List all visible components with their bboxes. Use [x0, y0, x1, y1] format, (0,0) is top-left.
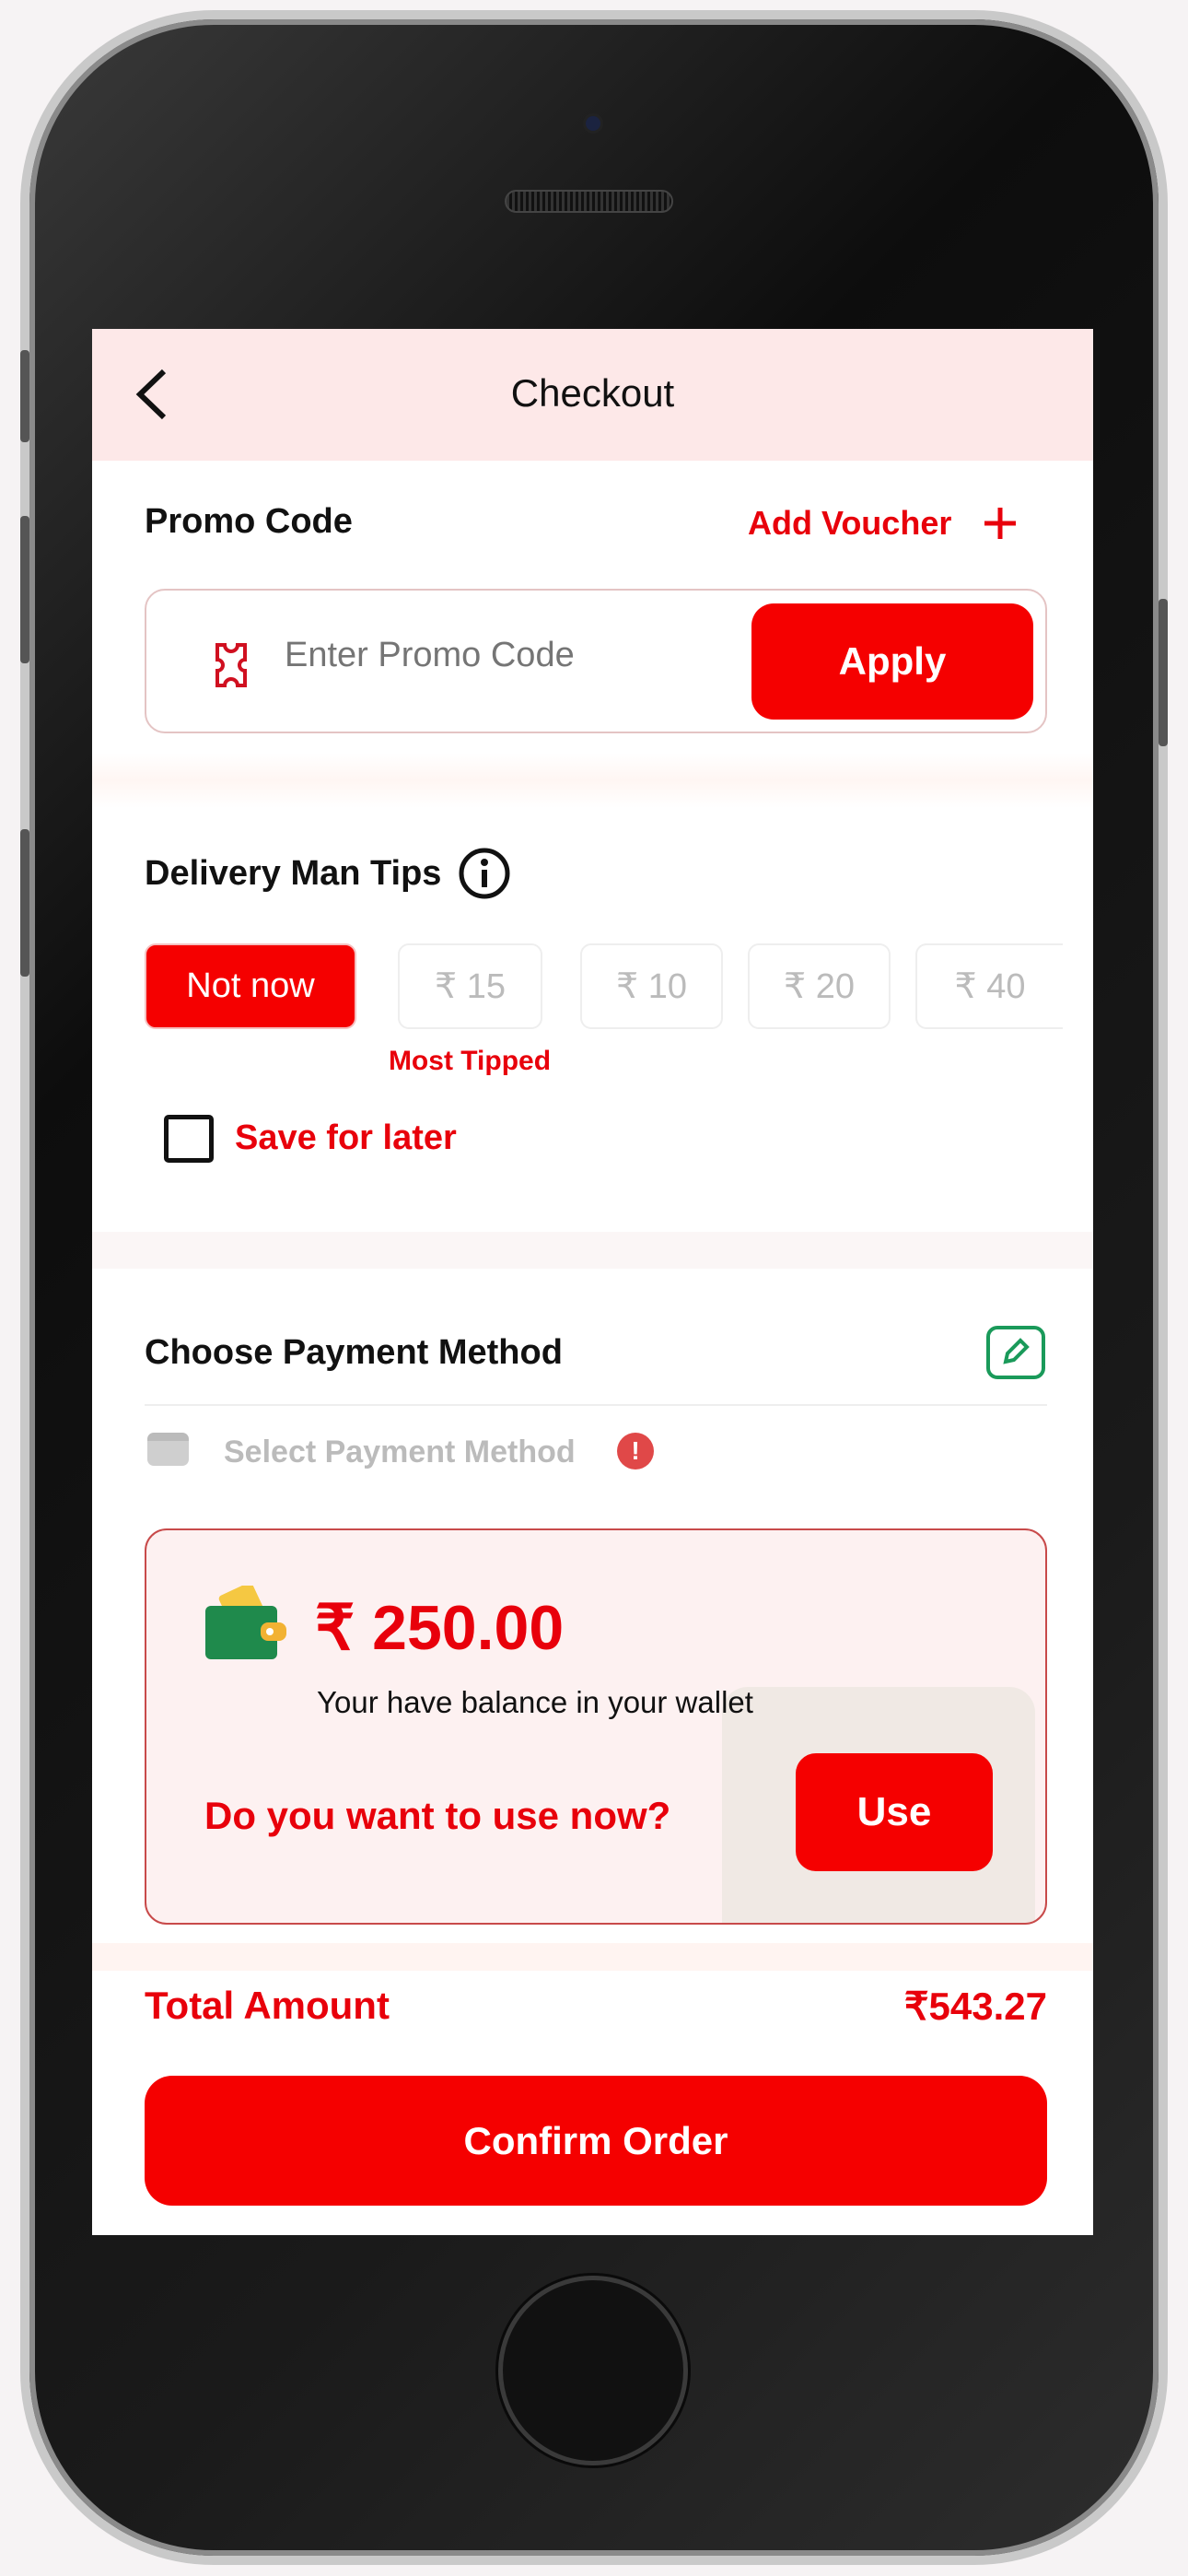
- camera: [586, 116, 600, 131]
- tip-option-not-now[interactable]: Not now: [145, 943, 356, 1029]
- earpiece-speaker: [505, 190, 673, 213]
- section-divider: [92, 753, 1093, 808]
- save-for-later-checkbox[interactable]: [164, 1115, 214, 1163]
- page-title: Checkout: [510, 371, 675, 415]
- tip-option-20[interactable]: ₹ 20: [748, 943, 891, 1029]
- use-wallet-button[interactable]: Use: [796, 1753, 993, 1871]
- most-tipped-label: Most Tipped: [388, 1046, 552, 1076]
- promo-code-title: Promo Code: [145, 502, 353, 541]
- ticket-icon: [215, 643, 247, 687]
- wallet-balance-text: Your have balance in your wallet: [317, 1685, 753, 1719]
- section-divider: [92, 1232, 1093, 1269]
- promo-input-box: Apply: [145, 589, 1047, 733]
- wallet-card: ₹ 250.00 Your have balance in your walle…: [145, 1528, 1047, 1925]
- tip-option-10[interactable]: ₹ 10: [580, 943, 723, 1029]
- mute-switch: [20, 350, 29, 442]
- plus-icon: [984, 508, 1017, 539]
- alert-icon: !: [617, 1433, 654, 1469]
- card-icon: [147, 1433, 189, 1466]
- wallet-balance: ₹ 250.00: [315, 1593, 565, 1663]
- power-button: [1159, 599, 1168, 746]
- total-amount-value: ₹543.27: [903, 1985, 1047, 2028]
- use-wallet-question: Do you want to use now?: [204, 1794, 671, 1837]
- payment-title: Choose Payment Method: [145, 1333, 563, 1372]
- tips-header: Delivery Man Tips: [145, 847, 511, 900]
- add-voucher-button[interactable]: Add Voucher: [748, 504, 1018, 543]
- save-for-later-label[interactable]: Save for later: [235, 1118, 457, 1158]
- add-voucher-label: Add Voucher: [748, 504, 952, 542]
- apply-button[interactable]: Apply: [751, 603, 1033, 720]
- volume-up-button: [20, 516, 29, 663]
- app-header: Checkout: [92, 329, 1093, 461]
- divider: [145, 1404, 1047, 1406]
- section-divider: [92, 1943, 1093, 1971]
- tip-option-40[interactable]: ₹ 40: [915, 943, 1063, 1029]
- promo-code-input[interactable]: [285, 623, 727, 687]
- total-amount-label: Total Amount: [145, 1984, 390, 2027]
- screen: Checkout Promo Code Add Voucher Apply De…: [92, 329, 1093, 2235]
- volume-down-button: [20, 829, 29, 977]
- home-button[interactable]: [498, 2276, 688, 2465]
- info-icon[interactable]: [458, 847, 511, 900]
- confirm-order-button[interactable]: Confirm Order: [145, 2076, 1047, 2206]
- select-payment-method[interactable]: Select Payment Method: [224, 1434, 576, 1470]
- tips-title: Delivery Man Tips: [145, 853, 442, 893]
- edit-icon[interactable]: [985, 1325, 1046, 1380]
- tip-option-15[interactable]: ₹ 15: [398, 943, 542, 1029]
- wallet-icon: [205, 1586, 286, 1659]
